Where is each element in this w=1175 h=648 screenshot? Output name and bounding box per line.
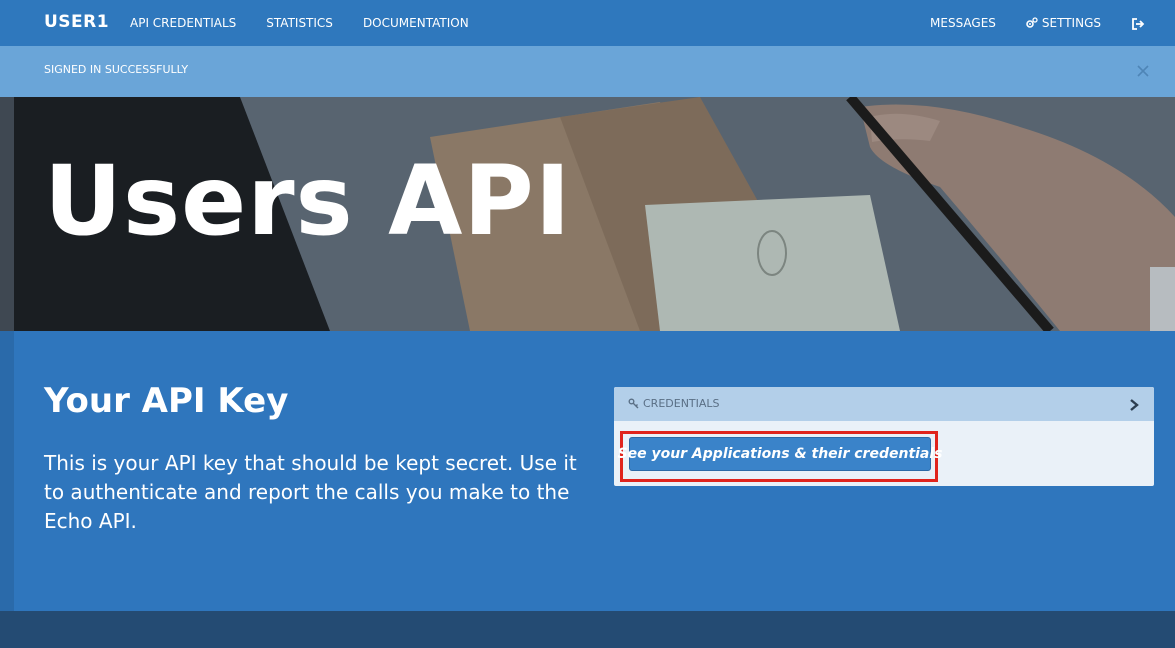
see-applications-button[interactable]: See your Applications & their credential… bbox=[618, 437, 943, 471]
api-key-section: Your API Key This is your API key that s… bbox=[0, 331, 1175, 611]
flash-message: SIGNED IN SUCCESSFULLY bbox=[44, 63, 189, 76]
credentials-panel: CREDENTIALS See your Applications & thei… bbox=[614, 387, 1154, 486]
gears-icon bbox=[1026, 17, 1038, 28]
nav-messages[interactable]: MESSAGES bbox=[930, 16, 996, 30]
section-title: Your API Key bbox=[44, 381, 289, 421]
sign-out-icon bbox=[1132, 17, 1145, 30]
hero-banner: Users API bbox=[0, 97, 1175, 331]
credentials-panel-header[interactable]: CREDENTIALS bbox=[614, 387, 1154, 421]
key-icon bbox=[628, 398, 639, 409]
footer-band bbox=[0, 611, 1175, 648]
nav-api-credentials[interactable]: API CREDENTIALS bbox=[130, 16, 236, 30]
section-description: This is your API key that should be kept… bbox=[44, 451, 577, 533]
logout-button[interactable] bbox=[1131, 16, 1145, 30]
brand-user-name[interactable]: USER1 bbox=[44, 12, 109, 32]
secondary-nav: MESSAGES SETTINGS bbox=[930, 16, 1145, 30]
flash-notice: SIGNED IN SUCCESSFULLY bbox=[0, 46, 1175, 97]
nav-statistics[interactable]: STATISTICS bbox=[266, 16, 333, 30]
primary-nav: API CREDENTIALS STATISTICS DOCUMENTATION bbox=[130, 16, 469, 30]
nav-settings[interactable]: SETTINGS bbox=[1026, 16, 1101, 30]
top-navbar: USER1 API CREDENTIALS STATISTICS DOCUMEN… bbox=[0, 0, 1175, 46]
credentials-header-label: CREDENTIALS bbox=[628, 397, 720, 410]
hero-title: Users API bbox=[44, 145, 572, 257]
nav-settings-label: SETTINGS bbox=[1041, 16, 1101, 30]
section-edge bbox=[0, 331, 14, 611]
chevron-right-icon[interactable] bbox=[1128, 398, 1140, 412]
nav-documentation[interactable]: DOCUMENTATION bbox=[363, 16, 469, 30]
credentials-header-text: CREDENTIALS bbox=[643, 397, 720, 410]
close-icon[interactable] bbox=[1135, 63, 1151, 79]
